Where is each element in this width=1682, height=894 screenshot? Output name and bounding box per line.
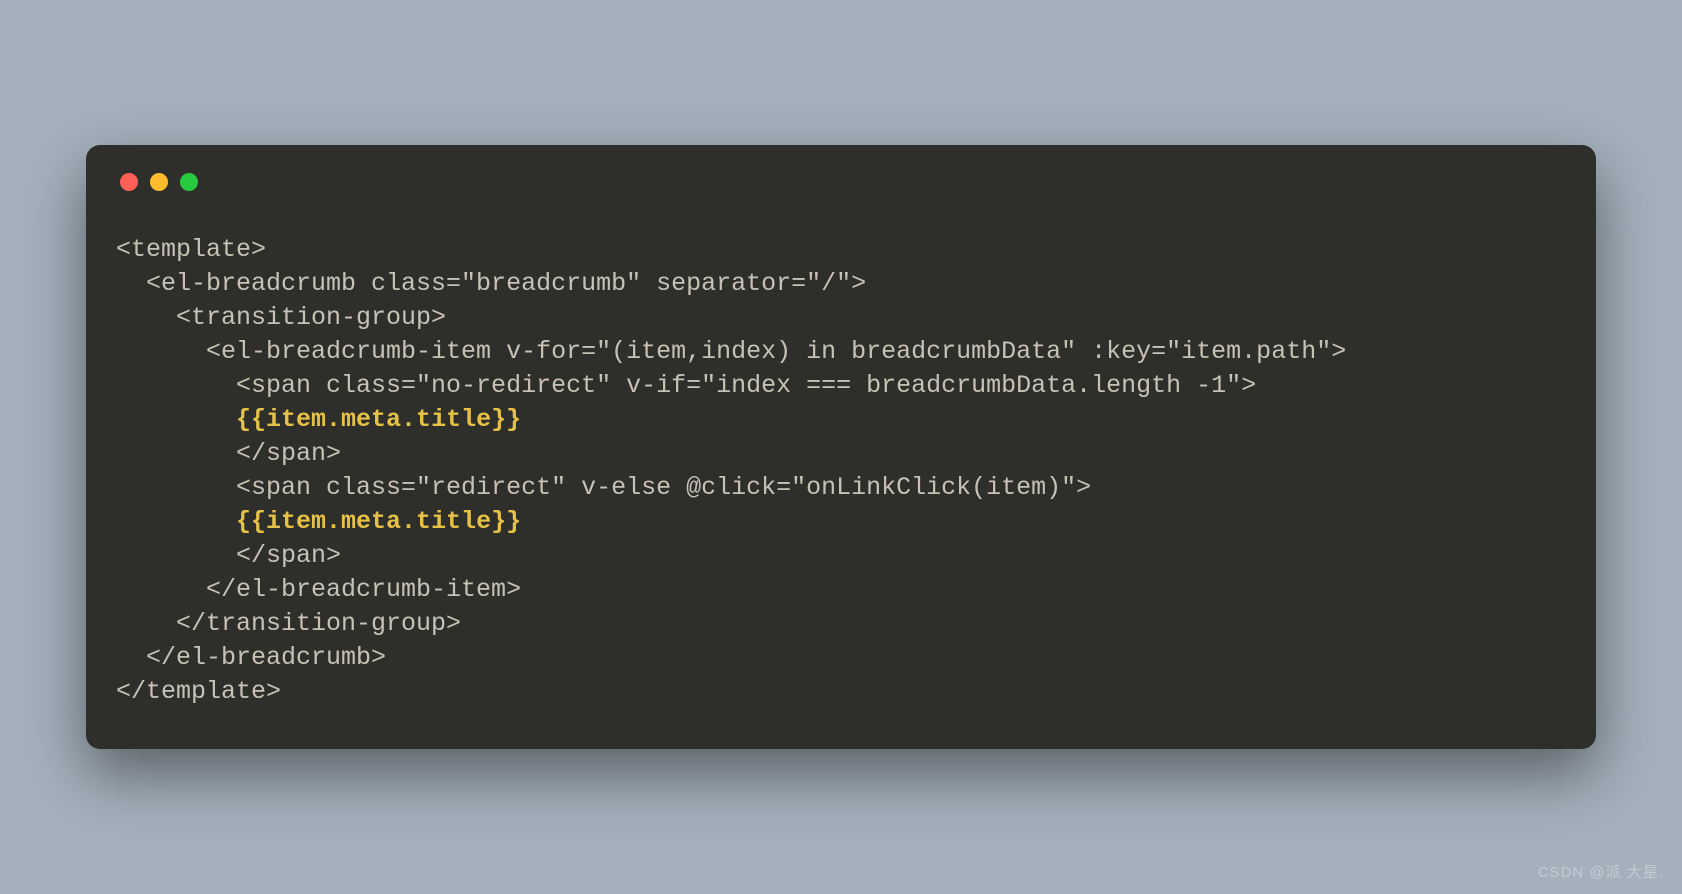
minimize-icon[interactable] (150, 173, 168, 191)
close-icon[interactable] (120, 173, 138, 191)
code-window: <template> <el-breadcrumb class="breadcr… (86, 145, 1596, 749)
zoom-icon[interactable] (180, 173, 198, 191)
watermark-text: CSDN @派 大星. (1538, 861, 1664, 882)
code-snippet: <template> <el-breadcrumb class="breadcr… (116, 233, 1566, 709)
window-traffic-lights (120, 173, 1566, 191)
